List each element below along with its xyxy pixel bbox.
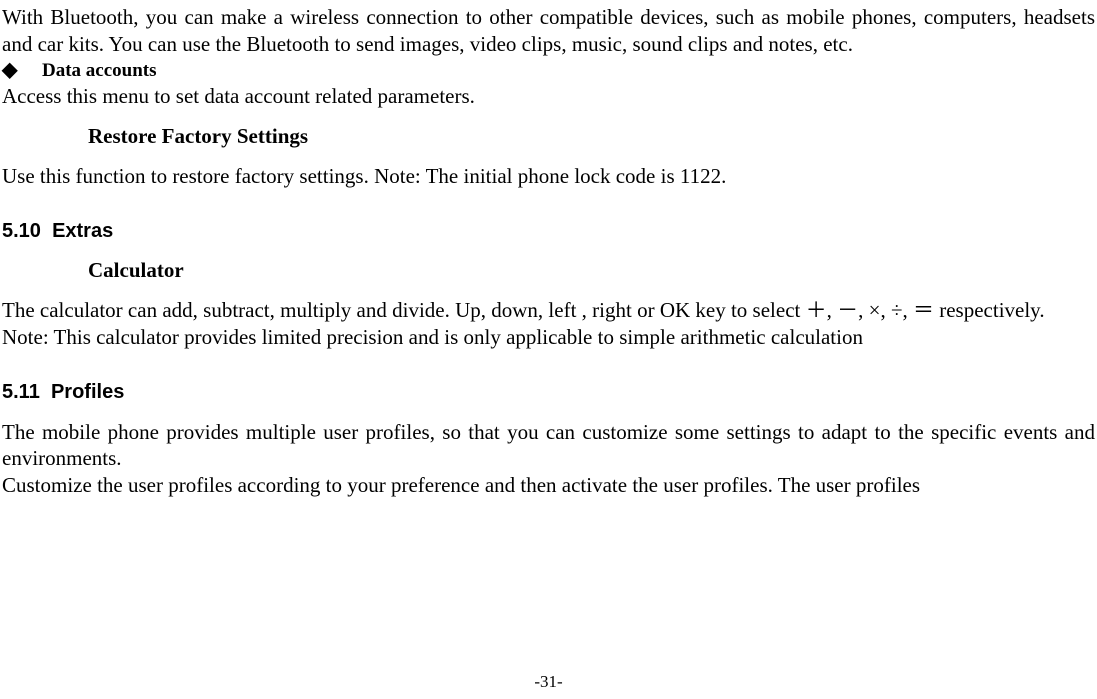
- profiles-p1: The mobile phone provides multiple user …: [2, 419, 1095, 473]
- data-accounts-label: Data accounts: [42, 59, 157, 83]
- calculator-note: Note: This calculator provides limited p…: [2, 324, 1095, 351]
- data-accounts-desc: Access this menu to set data account rel…: [2, 83, 1095, 110]
- profiles-title: Profiles: [51, 381, 124, 403]
- profiles-number: 5.11: [2, 381, 40, 403]
- extras-section-heading: 5.10 Extras: [2, 219, 1095, 245]
- data-accounts-item: ◆ Data accounts: [2, 59, 1095, 83]
- calculator-body: The calculator can add, subtract, multip…: [2, 297, 1095, 324]
- calculator-heading: Calculator: [2, 257, 1095, 284]
- profiles-p2: Customize the user profiles according to…: [2, 472, 1095, 499]
- page-number: -31-: [0, 671, 1097, 693]
- bluetooth-intro: With Bluetooth, you can make a wireless …: [2, 4, 1095, 58]
- restore-heading: Restore Factory Settings: [2, 123, 1095, 150]
- restore-body: Use this function to restore factory set…: [2, 163, 1095, 190]
- extras-number: 5.10: [2, 220, 41, 242]
- profiles-section-heading: 5.11 Profiles: [2, 380, 1095, 406]
- extras-title: Extras: [52, 220, 113, 242]
- diamond-icon: ◆: [2, 60, 42, 80]
